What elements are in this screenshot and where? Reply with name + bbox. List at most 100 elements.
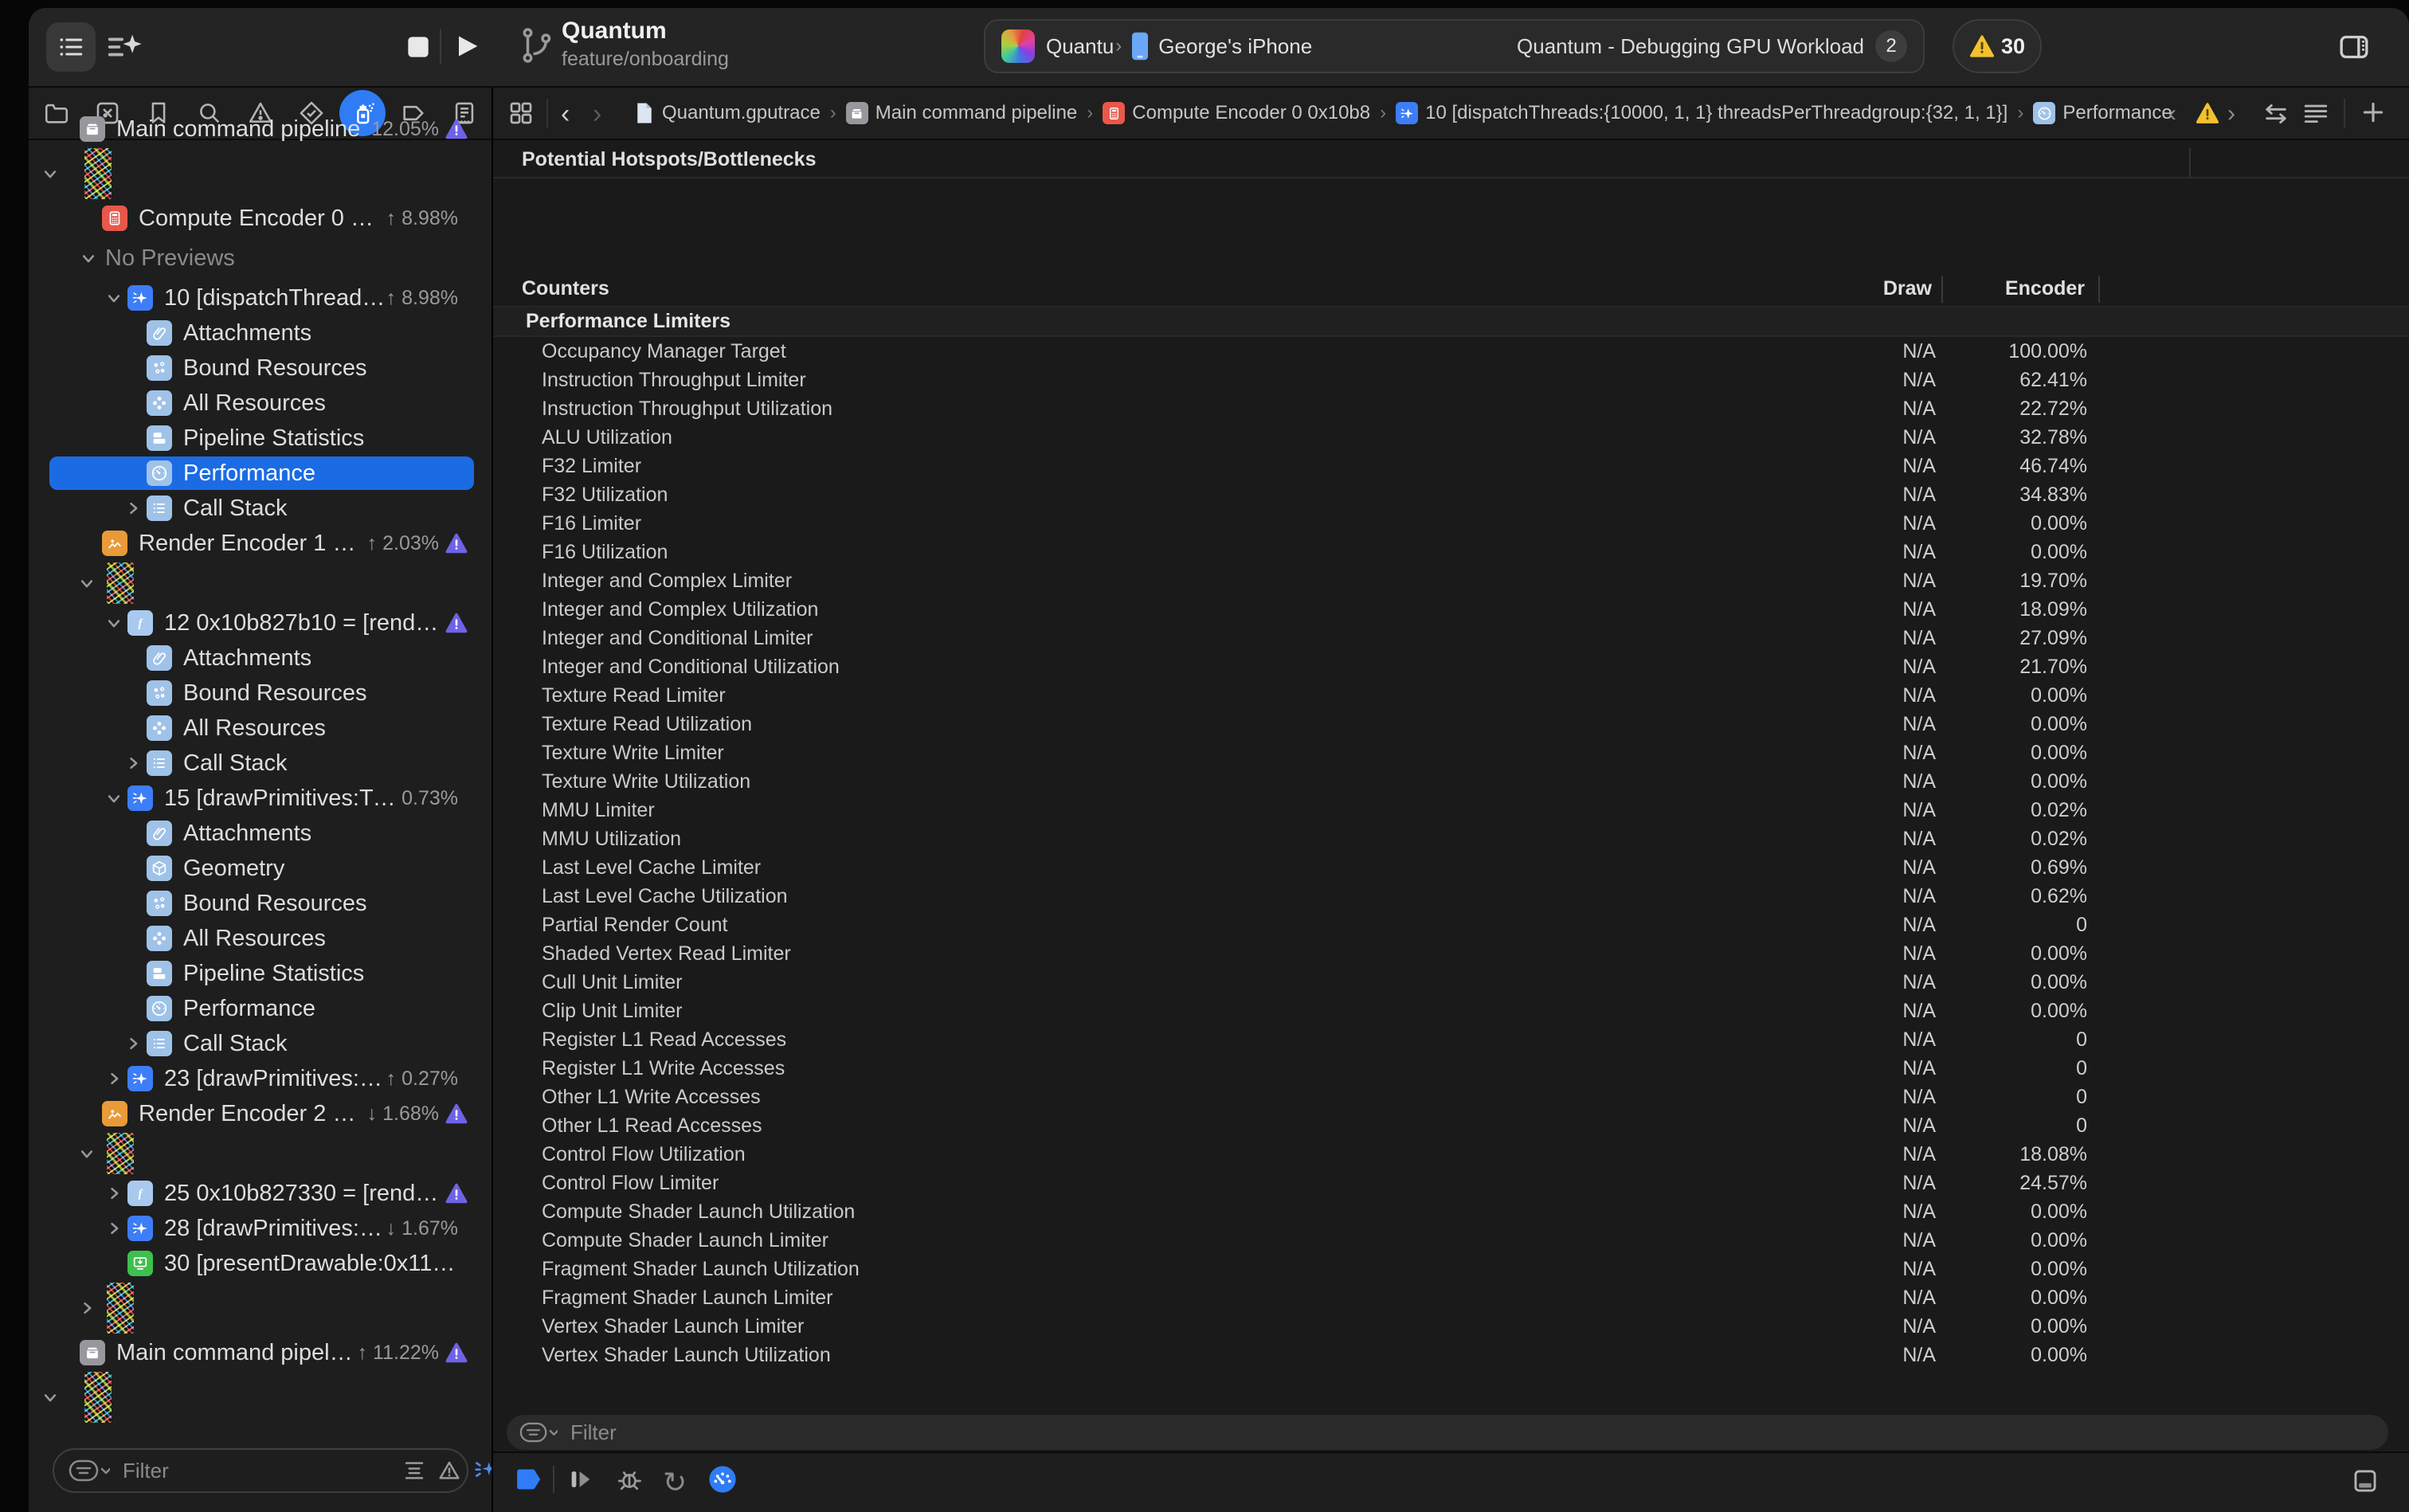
- sidebar-main-divider[interactable]: [492, 88, 493, 1512]
- counter-row[interactable]: Other L1 Write AccessesN/A0: [492, 1083, 2409, 1111]
- breadcrumb-item[interactable]: Performance: [2033, 102, 2172, 124]
- tree-item-12-0x10b827b10-render-[interactable]: f12 0x10b827b10 = [render…: [29, 605, 492, 640]
- chevron-right-icon[interactable]: [100, 1071, 127, 1087]
- swap-view-icon[interactable]: [2262, 100, 2290, 127]
- tree-item-all-resources[interactable]: All Resources: [29, 711, 492, 746]
- counter-row[interactable]: Last Level Cache UtilizationN/A0.62%: [492, 882, 2409, 911]
- tree-item-25-0x10b827330-render-[interactable]: f25 0x10b827330 = [render…: [29, 1176, 492, 1211]
- counter-row[interactable]: Control Flow UtilizationN/A18.08%: [492, 1140, 2409, 1169]
- render-target-thumbnail[interactable]: [107, 562, 134, 604]
- counter-row[interactable]: Vertex Shader Launch LimiterN/A0.00%: [492, 1312, 2409, 1341]
- filter-menu-icon[interactable]: [69, 1459, 110, 1482]
- ai-assistant-icon[interactable]: [105, 29, 142, 65]
- tree-item-10-dispatchthreads-[interactable]: 10 [dispatchThreads:{…↑ 8.98%: [29, 280, 492, 315]
- navigator-list-button[interactable]: [46, 22, 96, 72]
- counter-row[interactable]: Integer and Conditional LimiterN/A27.09%: [492, 624, 2409, 652]
- prev-issue-icon[interactable]: ‹: [2168, 100, 2176, 127]
- tree-item-pipeline-statistics[interactable]: Pipeline Statistics: [29, 421, 492, 456]
- counter-row[interactable]: F16 UtilizationN/A0.00%: [492, 538, 2409, 566]
- line-list-icon[interactable]: [2302, 100, 2329, 127]
- counter-row[interactable]: Cull Unit LimiterN/A0.00%: [492, 968, 2409, 997]
- chevron-down-icon[interactable]: [100, 790, 127, 806]
- tree-item-23-drawprimitives-po-[interactable]: 23 [drawPrimitives:Po…↑ 0.27%: [29, 1061, 492, 1096]
- counter-row[interactable]: MMU UtilizationN/A0.02%: [492, 825, 2409, 853]
- chevron-down-icon[interactable]: [73, 1146, 100, 1161]
- tree-item-main-command-pipeline[interactable]: Main command pipeline12.05%: [29, 112, 492, 147]
- counter-row[interactable]: Texture Write UtilizationN/A0.00%: [492, 767, 2409, 796]
- counter-row[interactable]: Control Flow LimiterN/A24.57%: [492, 1169, 2409, 1197]
- tree-item-performance[interactable]: Performance: [29, 991, 492, 1026]
- counter-row[interactable]: Partial Render CountN/A0: [492, 911, 2409, 939]
- preview-thumbnail-row[interactable]: [29, 1281, 492, 1335]
- breadcrumb-item[interactable]: Compute Encoder 0 0x10b8: [1103, 102, 1370, 124]
- flatten-list-icon[interactable]: [402, 1459, 426, 1483]
- device-name[interactable]: George's iPhone: [1158, 34, 1312, 59]
- chevron-down-icon[interactable]: [75, 250, 102, 266]
- scheme-name[interactable]: Quantu: [1046, 34, 1114, 59]
- status-badge[interactable]: 2: [1875, 30, 1907, 62]
- counter-row[interactable]: Vertex Shader Launch UtilizationN/A0.00%: [492, 1341, 2409, 1369]
- counter-row[interactable]: Shaded Vertex Read LimiterN/A0.00%: [492, 939, 2409, 968]
- chevron-right-icon[interactable]: [119, 1036, 147, 1052]
- no-previews-row[interactable]: No Previews: [29, 236, 492, 280]
- tree-item-bound-resources[interactable]: Bound Resources: [29, 676, 492, 711]
- right-panel-toggle-icon[interactable]: [2328, 21, 2380, 73]
- preview-thumbnail-row[interactable]: [29, 147, 492, 201]
- counter-row[interactable]: F32 LimiterN/A46.74%: [492, 452, 2409, 480]
- counter-row[interactable]: Register L1 Read AccessesN/A0: [492, 1025, 2409, 1054]
- counter-row[interactable]: F16 LimiterN/A0.00%: [492, 509, 2409, 538]
- tree-item-15-drawprimitives-trian-[interactable]: 15 [drawPrimitives:Trian…0.73%: [29, 781, 492, 816]
- tree-item-call-stack[interactable]: Call Stack: [29, 746, 492, 781]
- chevron-right-icon[interactable]: [119, 755, 147, 771]
- tree-item-bound-resources[interactable]: Bound Resources: [29, 351, 492, 386]
- counter-row[interactable]: Integer and Complex LimiterN/A19.70%: [492, 566, 2409, 595]
- counters-filter-field[interactable]: [507, 1415, 2388, 1450]
- run-button[interactable]: [451, 30, 483, 62]
- breadcrumb-item[interactable]: Main command pipeline: [846, 102, 1077, 124]
- breadcrumb-item[interactable]: Quantum.gputrace: [634, 101, 821, 125]
- chevron-down-icon[interactable]: [37, 166, 64, 182]
- add-tab-icon[interactable]: [2360, 99, 2387, 126]
- forward-icon[interactable]: ›: [593, 99, 601, 130]
- chevron-right-icon[interactable]: [100, 1220, 127, 1236]
- tree-item-all-resources[interactable]: All Resources: [29, 921, 492, 956]
- counter-row[interactable]: Integer and Complex UtilizationN/A18.09%: [492, 595, 2409, 624]
- counter-row[interactable]: Fragment Shader Launch LimiterN/A0.00%: [492, 1283, 2409, 1312]
- scheme-device-status-pill[interactable]: Quantu › George's iPhone Quantum - Debug…: [984, 19, 1925, 73]
- counter-row[interactable]: Clip Unit LimiterN/A0.00%: [492, 997, 2409, 1025]
- tree-item-pipeline-statistics[interactable]: Pipeline Statistics: [29, 956, 492, 991]
- warning-filter-icon[interactable]: [437, 1459, 461, 1483]
- counter-row[interactable]: Fragment Shader Launch UtilizationN/A0.0…: [492, 1255, 2409, 1283]
- counter-row[interactable]: Texture Read LimiterN/A0.00%: [492, 681, 2409, 710]
- tree-item-call-stack[interactable]: Call Stack: [29, 1026, 492, 1061]
- tree-item-attachments[interactable]: Attachments: [29, 816, 492, 851]
- counter-row[interactable]: Register L1 Write AccessesN/A0: [492, 1054, 2409, 1083]
- render-target-thumbnail[interactable]: [84, 148, 112, 199]
- counter-row[interactable]: Compute Shader Launch LimiterN/A0.00%: [492, 1226, 2409, 1255]
- tree-item-main-command-pipeline[interactable]: Main command pipeline↑ 11.22%: [29, 1335, 492, 1370]
- sidebar-filter-input[interactable]: [121, 1458, 391, 1484]
- breadcrumb-item[interactable]: 10 [dispatchThreads:{10000, 1, 1} thread…: [1396, 102, 2007, 124]
- tree-item-attachments[interactable]: Attachments: [29, 640, 492, 676]
- counter-row[interactable]: Integer and Conditional UtilizationN/A21…: [492, 652, 2409, 681]
- counter-scope-icon[interactable]: [514, 1466, 543, 1493]
- tree-item-geometry[interactable]: Geometry: [29, 851, 492, 886]
- counter-row[interactable]: Compute Shader Launch UtilizationN/A0.00…: [492, 1197, 2409, 1226]
- chevron-down-icon[interactable]: [73, 575, 100, 591]
- sidebar-filter-field[interactable]: [53, 1448, 468, 1493]
- next-issue-icon[interactable]: ›: [2227, 100, 2235, 127]
- warning-count-pill[interactable]: 30: [1953, 19, 2042, 73]
- filter-menu-icon[interactable]: [519, 1422, 558, 1443]
- stop-button[interactable]: [403, 32, 433, 62]
- counter-row[interactable]: Other L1 Read AccessesN/A0: [492, 1111, 2409, 1140]
- render-target-thumbnail[interactable]: [84, 1372, 112, 1423]
- performance-gauge-toggle-icon[interactable]: [707, 1464, 738, 1494]
- tree-item-performance[interactable]: Performance: [29, 456, 492, 491]
- counter-row[interactable]: MMU LimiterN/A0.02%: [492, 796, 2409, 825]
- step-forward-icon[interactable]: [567, 1466, 594, 1493]
- counter-row[interactable]: Occupancy Manager TargetN/A100.00%: [492, 337, 2409, 366]
- counter-row[interactable]: F32 UtilizationN/A34.83%: [492, 480, 2409, 509]
- counter-row[interactable]: Texture Write LimiterN/A0.00%: [492, 738, 2409, 767]
- view-mode-grid-icon[interactable]: [508, 100, 534, 126]
- counter-row[interactable]: Texture Read UtilizationN/A0.00%: [492, 710, 2409, 738]
